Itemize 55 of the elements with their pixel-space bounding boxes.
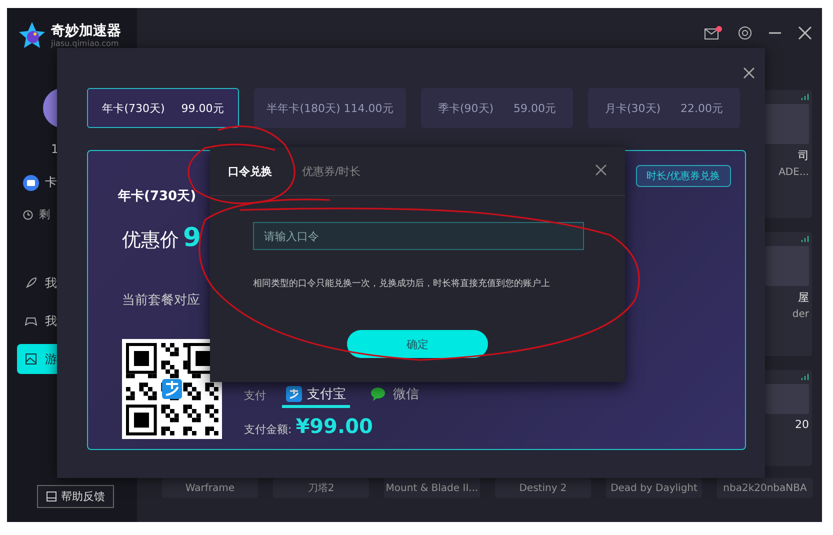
game-caption[interactable]: 刀塔2	[273, 478, 369, 498]
game-caption[interactable]: nba2k20nbaNBA	[717, 478, 813, 498]
game-cover	[765, 384, 809, 414]
signal-icon	[801, 374, 809, 380]
plan-tab[interactable]: 年卡(730天) 99.00元	[87, 88, 239, 128]
redeem-button[interactable]: 时长/优惠券兑换	[636, 165, 731, 187]
settings-icon[interactable]	[738, 26, 752, 40]
pay-label: 支付	[244, 388, 266, 403]
game-subtitle: der	[792, 309, 809, 320]
amount-value: ¥99.00	[296, 414, 373, 438]
signal-icon	[801, 94, 809, 100]
user-name: 1	[51, 142, 60, 156]
dialog-tab[interactable]: 口令兑换	[226, 162, 274, 180]
clock-icon	[23, 210, 33, 220]
game-title: 屋	[798, 290, 809, 305]
feedback-icon	[46, 491, 57, 502]
mail-icon[interactable]	[704, 26, 722, 40]
help-feedback-button[interactable]: 帮助反馈	[37, 485, 114, 508]
gamepad-icon	[25, 315, 37, 327]
plan-tab[interactable]: 月卡(30天) 22.00元	[588, 88, 740, 128]
price-label: 优惠价	[122, 228, 179, 253]
redeem-note: 相同类型的口令只能兑换一次，兑换成功后，时长将直接充值到您的账户上	[253, 278, 550, 290]
game-caption[interactable]: Mount & Blade II...	[384, 478, 480, 498]
game-caption[interactable]: Destiny 2	[495, 478, 591, 498]
card-label: 卡	[45, 174, 57, 191]
plan-note: 当前套餐对应	[122, 292, 200, 309]
picture-icon	[25, 353, 37, 365]
alipay-icon	[286, 386, 302, 402]
price-value: 9	[183, 223, 202, 253]
sidebar-item[interactable]: 我	[17, 268, 109, 298]
remaining-label: 剩	[39, 207, 50, 222]
sidebar-item[interactable]: 我	[17, 306, 109, 336]
app-domain: jiasu.qimiao.com	[51, 38, 120, 48]
close-icon[interactable]	[798, 26, 812, 40]
amount-label: 支付金额:	[244, 422, 292, 437]
game-subtitle: ADE...	[778, 167, 809, 178]
game-caption[interactable]: Warframe	[162, 478, 258, 498]
confirm-button[interactable]: 确定	[347, 330, 488, 358]
card-icon	[23, 174, 39, 190]
game-title: 20	[795, 418, 809, 431]
plan-title: 年卡(730天)	[118, 188, 196, 205]
star-logo-icon	[17, 20, 47, 50]
game-cover	[765, 246, 809, 286]
game-cover	[765, 104, 809, 144]
dialog-tab[interactable]: 优惠券/时长	[300, 162, 363, 180]
signal-icon	[801, 236, 809, 242]
plan-tab[interactable]: 季卡(90天) 59.00元	[421, 88, 573, 128]
rocket-icon	[25, 277, 37, 289]
payment-option[interactable]: 微信	[366, 383, 423, 408]
game-caption[interactable]: Dead by Daylight	[606, 478, 702, 498]
code-input-field[interactable]: 请输入口令	[253, 222, 584, 250]
wechat-icon	[370, 386, 388, 402]
plan-tab[interactable]: 半年卡(180天) 114.00元	[254, 88, 406, 128]
game-title: 司	[798, 148, 809, 163]
app-name: 奇妙加速器	[51, 22, 121, 38]
